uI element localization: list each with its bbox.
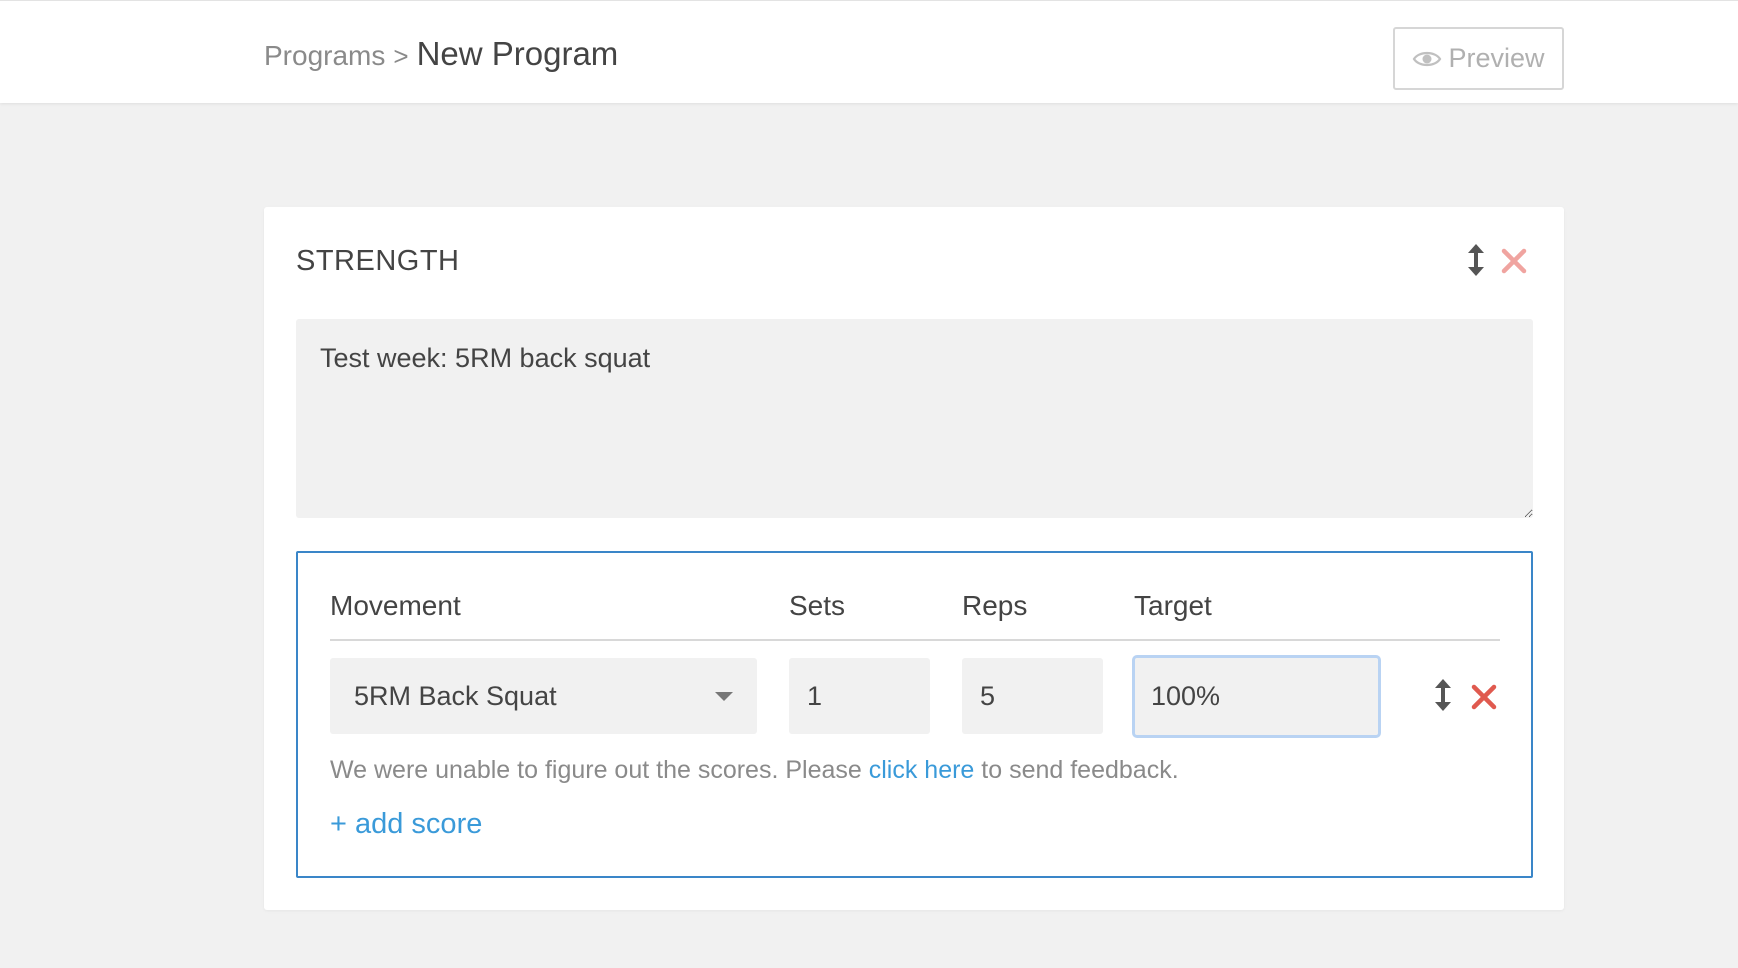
section-title: STRENGTH bbox=[296, 245, 460, 277]
feedback-text-before: We were unable to figure out the scores.… bbox=[330, 756, 869, 784]
column-header-movement: Movement bbox=[330, 590, 461, 621]
top-header: Programs > New Program Preview bbox=[0, 0, 1738, 103]
breadcrumb-separator: > bbox=[393, 41, 409, 71]
reps-input[interactable]: 5 bbox=[962, 658, 1103, 734]
column-header-reps: Reps bbox=[962, 590, 1028, 621]
section-description-textarea[interactable]: Test week: 5RM back squat bbox=[296, 319, 1533, 518]
feedback-link[interactable]: click here bbox=[869, 756, 975, 784]
remove-row-icon[interactable] bbox=[1470, 683, 1498, 711]
feedback-text-after: to send feedback. bbox=[974, 756, 1179, 784]
breadcrumb: Programs > New Program bbox=[264, 35, 618, 73]
add-score-link[interactable]: + add score bbox=[330, 808, 482, 841]
chevron-down-icon bbox=[715, 692, 733, 701]
movement-select-value: 5RM Back Squat bbox=[354, 680, 557, 711]
sets-input[interactable]: 1 bbox=[789, 658, 930, 734]
vertical-arrows-icon[interactable] bbox=[1464, 243, 1488, 277]
preview-label: Preview bbox=[1448, 43, 1545, 73]
page-title: New Program bbox=[416, 35, 619, 72]
movement-select[interactable]: 5RM Back Squat bbox=[330, 658, 757, 734]
column-header-sets: Sets bbox=[789, 590, 846, 621]
row-reorder-icon[interactable] bbox=[1432, 678, 1454, 712]
preview-button[interactable]: Preview bbox=[1393, 27, 1564, 90]
column-header-target: Target bbox=[1134, 590, 1212, 621]
feedback-message: We were unable to figure out the scores.… bbox=[330, 756, 1179, 785]
header-divider bbox=[330, 639, 1500, 641]
eye-icon bbox=[1413, 51, 1442, 66]
scores-table: Movement Sets Reps Target 5RM Back Squat… bbox=[296, 551, 1533, 878]
strength-section-card: STRENGTH Test week: 5RM back squat Movem… bbox=[264, 207, 1564, 910]
close-icon[interactable] bbox=[1500, 247, 1528, 275]
target-input[interactable]: 100% bbox=[1132, 655, 1381, 738]
breadcrumb-programs-link[interactable]: Programs bbox=[264, 40, 385, 72]
